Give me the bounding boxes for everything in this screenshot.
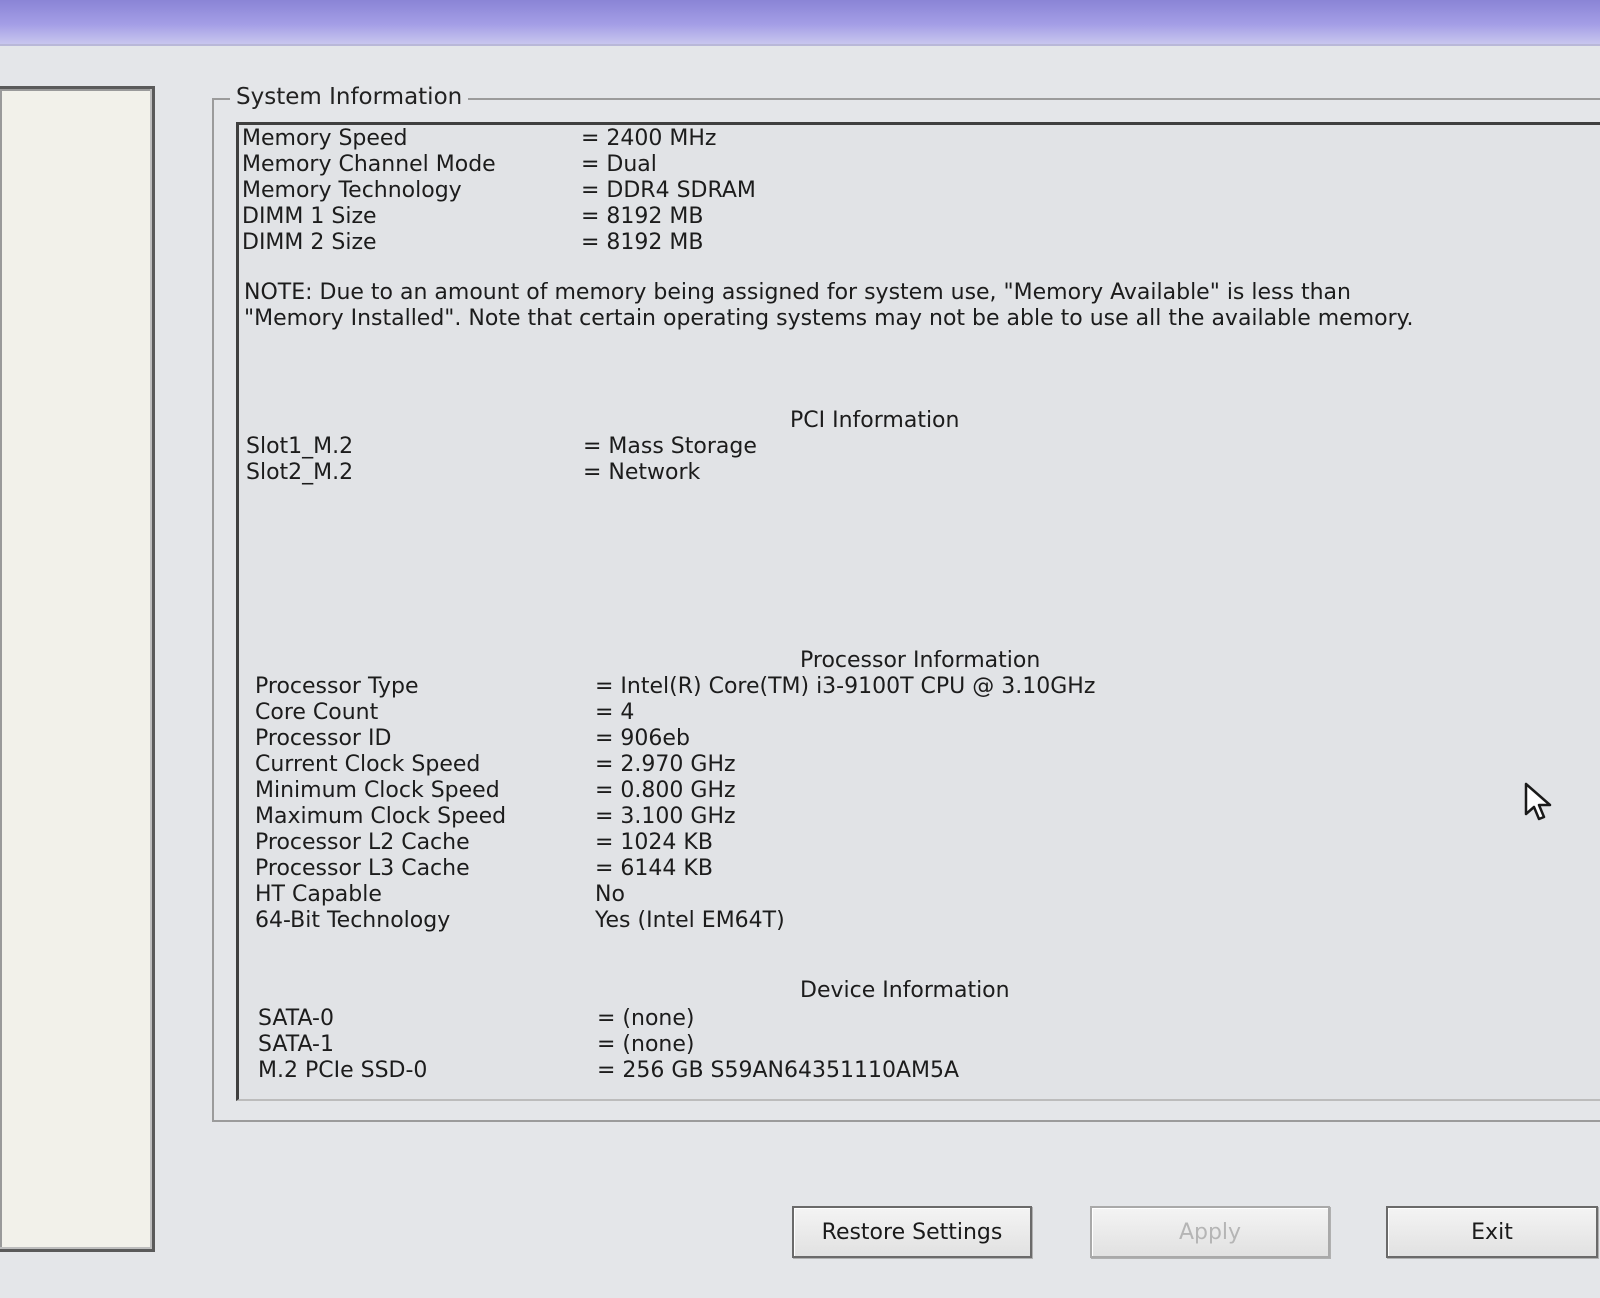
mouse-pointer-icon — [1524, 782, 1552, 821]
info-label: Current Clock Speed — [255, 752, 481, 777]
info-label: M.2 PCIe SSD-0 — [258, 1058, 428, 1083]
info-label: DIMM 1 Size — [242, 204, 377, 229]
info-value: No — [595, 882, 625, 907]
info-label: Processor L2 Cache — [255, 830, 470, 855]
info-label: Slot2_M.2 — [246, 460, 354, 485]
info-label: Processor Type — [255, 674, 419, 699]
processor-information-heading: Processor Information — [800, 648, 1041, 673]
info-label: Maximum Clock Speed — [255, 804, 507, 829]
info-label: Memory Technology — [242, 178, 462, 203]
apply-button[interactable]: Apply — [1090, 1206, 1330, 1258]
info-value: = 3.100 GHz — [595, 804, 736, 829]
info-label: Processor L3 Cache — [255, 856, 470, 881]
info-value: = 0.800 GHz — [595, 778, 736, 803]
system-information-box — [236, 122, 1600, 1101]
info-value: = Intel(R) Core(TM) i3-9100T CPU @ 3.10G… — [595, 674, 1096, 699]
restore-settings-button[interactable]: Restore Settings — [792, 1206, 1032, 1258]
info-label: HT Capable — [255, 882, 382, 907]
info-value: = 2.970 GHz — [595, 752, 736, 777]
info-value: = 1024 KB — [595, 830, 713, 855]
info-value: = 6144 KB — [595, 856, 713, 881]
device-information-heading: Device Information — [800, 978, 1010, 1003]
info-label: Processor ID — [255, 726, 392, 751]
info-value: = 8192 MB — [581, 230, 704, 255]
info-label: Core Count — [255, 700, 379, 725]
info-value: = 2400 MHz — [581, 126, 717, 151]
info-label: Memory Speed — [242, 126, 408, 151]
info-label: Slot1_M.2 — [246, 434, 354, 459]
info-value: = 8192 MB — [581, 204, 704, 229]
info-value: Yes (Intel EM64T) — [595, 908, 785, 933]
info-label: 64-Bit Technology — [255, 908, 451, 933]
group-title: System Information — [230, 84, 469, 110]
info-label: SATA-1 — [258, 1032, 334, 1057]
info-label: SATA-0 — [258, 1006, 334, 1031]
memory-note: NOTE: Due to an amount of memory being a… — [244, 280, 1414, 331]
info-label: Memory Channel Mode — [242, 152, 496, 177]
window-title-bar — [0, 0, 1600, 46]
info-value: = 906eb — [595, 726, 690, 751]
exit-button[interactable]: Exit — [1386, 1206, 1598, 1258]
pci-information-heading: PCI Information — [790, 408, 960, 433]
info-value: = (none) — [597, 1006, 695, 1031]
info-value: = 4 — [595, 700, 635, 725]
info-label: DIMM 2 Size — [242, 230, 377, 255]
info-value: = Mass Storage — [583, 434, 757, 459]
info-value: = Dual — [581, 152, 657, 177]
settings-tree-panel[interactable] — [0, 86, 155, 1252]
info-value: = 256 GB S59AN64351110AM5A — [597, 1058, 960, 1083]
info-value: = Network — [583, 460, 701, 485]
info-value: = (none) — [597, 1032, 695, 1057]
info-value: = DDR4 SDRAM — [581, 178, 756, 203]
info-label: Minimum Clock Speed — [255, 778, 500, 803]
